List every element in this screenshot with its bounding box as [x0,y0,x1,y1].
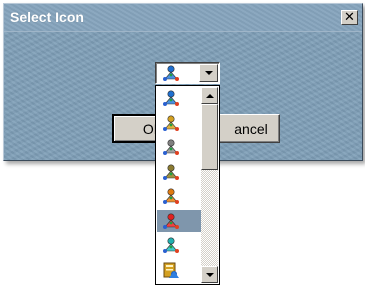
title-bar[interactable]: Select Icon ✕ [4,4,362,32]
dropdown-item[interactable] [157,161,202,183]
icon-dropdown-list[interactable] [155,85,220,285]
user-icon-red [161,212,181,230]
dropdown-item[interactable] [157,234,202,256]
arrow-up-icon [205,93,214,98]
icon-combo-box[interactable] [155,62,220,84]
user-icon-cyan [161,236,181,254]
scroll-up-button[interactable] [201,87,218,104]
dropdown-item[interactable] [157,112,202,134]
combo-dropdown-button[interactable] [199,64,218,82]
close-icon: ✕ [344,10,355,25]
dropdown-item[interactable] [157,136,202,158]
user-icon-orange [161,187,181,205]
dropdown-item[interactable] [157,87,202,109]
dropdown-item[interactable] [157,259,202,281]
user-icon-gray [161,138,181,156]
chevron-down-icon [204,71,213,75]
user-card-icon [161,261,181,279]
arrow-down-icon [205,272,214,277]
scroll-down-button[interactable] [201,266,218,283]
user-icon-gold [161,114,181,132]
dropdown-item[interactable] [157,209,202,232]
combo-selected-icon [161,64,181,82]
close-button[interactable]: ✕ [341,10,358,25]
user-icon-blue [161,89,181,107]
scroll-thumb[interactable] [201,104,218,170]
dropdown-item[interactable] [157,185,202,207]
dropdown-scrollbar[interactable] [201,87,218,283]
cancel-button-label: ancel [234,120,268,137]
dialog-title: Select Icon [10,9,84,25]
user-icon-olive [161,163,181,181]
